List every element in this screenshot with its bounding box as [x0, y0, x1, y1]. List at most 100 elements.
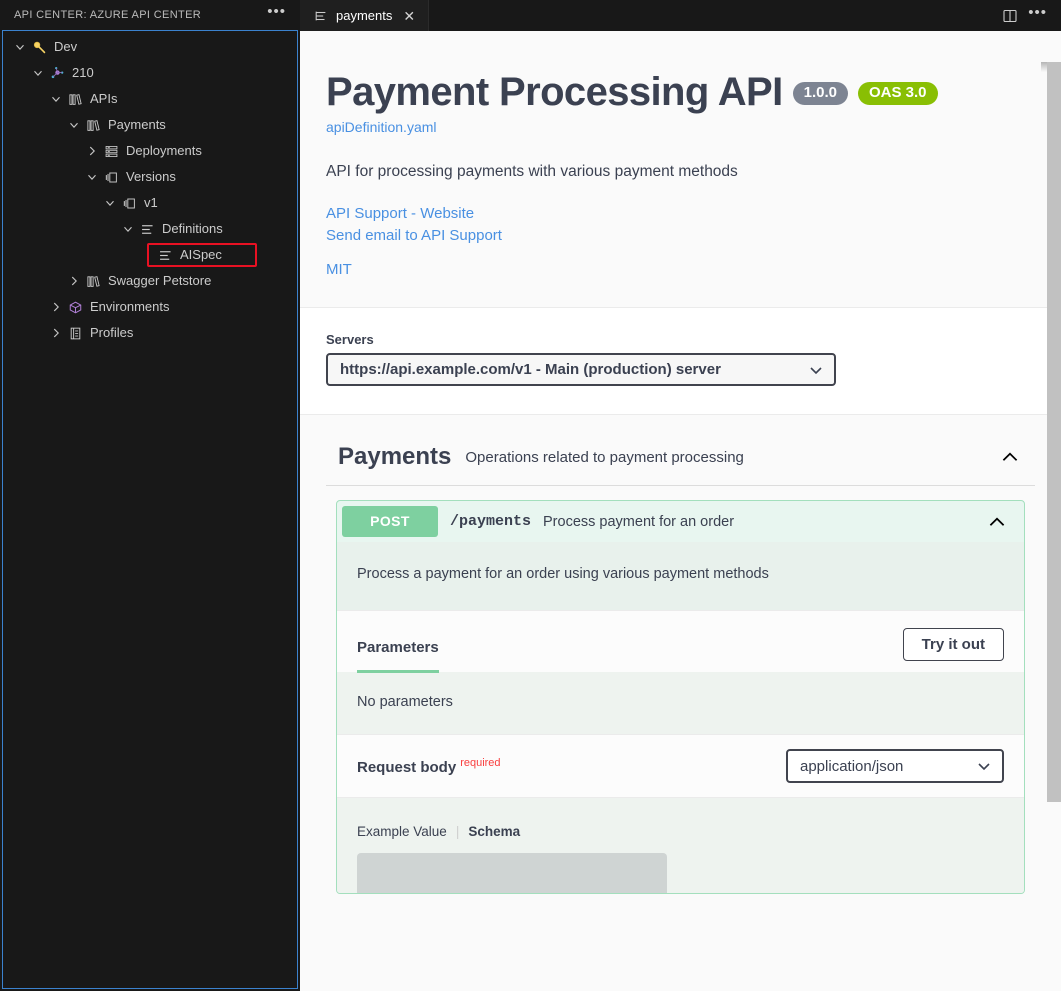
close-icon[interactable]: ✕ — [400, 7, 418, 25]
sidebar-item-label: Swagger Petstore — [108, 272, 211, 290]
parameters-header: Parameters Try it out — [337, 610, 1024, 672]
operation-description: Process a payment for an order using var… — [337, 542, 1024, 610]
chevron-down-icon — [808, 362, 824, 378]
sidebar-item-payments[interactable]: Payments — [3, 112, 297, 138]
sidebar-more-actions-icon[interactable]: ••• — [261, 7, 292, 23]
servers-label: Servers — [326, 332, 1035, 347]
sidebar-item-v1[interactable]: v1 — [3, 190, 297, 216]
example-tabs: Example Value | Schema — [357, 824, 1004, 839]
request-body-row: Request body required application/json — [337, 734, 1024, 798]
sidebar-item-label: Versions — [126, 168, 176, 186]
sidebar-item-label: Deployments — [126, 142, 202, 160]
profiles-icon — [65, 324, 85, 342]
key-icon — [29, 38, 49, 56]
request-body-title: Request body — [357, 759, 456, 776]
chevron-down-icon[interactable] — [47, 90, 65, 108]
editor-tabbar: payments ✕ ••• — [300, 0, 1061, 31]
versions-icon — [101, 168, 121, 186]
tabbar-empty-space — [429, 0, 996, 31]
api-info-block: Payment Processing API 1.0.0 OAS 3.0 api… — [300, 31, 1061, 308]
sidebar-item-versions[interactable]: Versions — [3, 164, 297, 190]
vertical-scrollbar[interactable] — [1047, 62, 1061, 991]
contact-website-link[interactable]: API Support - Website — [326, 203, 1035, 225]
api-icon — [83, 272, 103, 290]
sidebar-item-label: AISpec — [180, 246, 222, 264]
chevron-down-icon[interactable] — [119, 220, 137, 238]
sidebar-item-dev[interactable]: Dev — [3, 34, 297, 60]
contact-links: API Support - Website Send email to API … — [326, 203, 1035, 248]
operation-path: /payments — [450, 513, 531, 530]
try-it-out-button[interactable]: Try it out — [903, 628, 1004, 661]
chevron-down-icon[interactable] — [65, 116, 83, 134]
chevron-down-icon[interactable] — [83, 168, 101, 186]
sidebar-item-210[interactable]: 210 — [3, 60, 297, 86]
sidebar-item-environments[interactable]: Environments — [3, 294, 297, 320]
sidebar-item-label: 210 — [72, 64, 94, 82]
scrollbar-thumb[interactable] — [1047, 62, 1061, 802]
operation-summary-row[interactable]: POST /payments Process payment for an or… — [337, 501, 1024, 542]
chevron-right-icon[interactable] — [47, 324, 65, 342]
api-center-sidebar: API CENTER: AZURE API CENTER ••• Dev 210 A… — [0, 0, 300, 991]
definition-file-link[interactable]: apiDefinition.yaml — [326, 119, 437, 135]
schema-code-block — [357, 853, 667, 893]
editor-area: payments ✕ ••• Payment Process — [300, 0, 1061, 991]
api-icon — [83, 116, 103, 134]
definition-icon — [314, 9, 328, 23]
content-type-select[interactable]: application/json — [786, 749, 1004, 783]
editor-more-actions-icon[interactable]: ••• — [1028, 9, 1047, 23]
tag-header[interactable]: Payments Operations related to payment p… — [326, 431, 1035, 486]
oas-badge: OAS 3.0 — [858, 82, 938, 106]
server-select[interactable]: https://api.example.com/v1 - Main (produ… — [326, 353, 836, 386]
chevron-down-icon[interactable] — [101, 194, 119, 212]
tag-section-payments: Payments Operations related to payment p… — [300, 415, 1061, 894]
chevron-up-icon[interactable] — [999, 446, 1035, 468]
chevron-right-icon[interactable] — [65, 272, 83, 290]
operation-post-payments: POST /payments Process payment for an or… — [336, 500, 1025, 894]
api-title-row: Payment Processing API 1.0.0 OAS 3.0 — [326, 71, 1035, 113]
sidebar-item-label: Environments — [90, 298, 169, 316]
tag-description: Operations related to payment processing — [465, 449, 999, 466]
license-link[interactable]: MIT — [326, 261, 352, 278]
environments-icon — [65, 298, 85, 316]
sidebar-item-deployments[interactable]: Deployments — [3, 138, 297, 164]
required-marker: required — [460, 757, 500, 769]
sidebar-item-profiles[interactable]: Profiles — [3, 320, 297, 346]
tab-schema[interactable]: Schema — [468, 824, 520, 839]
vscode-window: API CENTER: AZURE API CENTER ••• Dev 210 A… — [0, 0, 1061, 991]
apis-icon — [65, 90, 85, 108]
swagger-ui: Payment Processing API 1.0.0 OAS 3.0 api… — [300, 31, 1061, 991]
version-icon — [119, 194, 139, 212]
chevron-down-icon — [976, 758, 992, 774]
tag-name: Payments — [338, 443, 451, 471]
servers-block: Servers https://api.example.com/v1 - Mai… — [300, 308, 1061, 415]
sidebar-item-aispec[interactable]: AISpec — [3, 242, 297, 268]
sidebar-item-definitions[interactable]: Definitions — [3, 216, 297, 242]
sidebar-item-swagger-petstore[interactable]: Swagger Petstore — [3, 268, 297, 294]
sidebar-item-label: APIs — [90, 90, 117, 108]
scroll-shadow — [1041, 62, 1047, 72]
definition-icon — [155, 246, 175, 264]
sidebar-item-label: Definitions — [162, 220, 223, 238]
tab-label: payments — [336, 8, 392, 23]
contact-email-link[interactable]: Send email to API Support — [326, 225, 1035, 247]
split-editor-icon[interactable] — [1002, 8, 1018, 24]
tab-payments[interactable]: payments ✕ — [300, 0, 429, 31]
server-select-value: https://api.example.com/v1 - Main (produ… — [340, 361, 721, 378]
chevron-up-icon[interactable] — [986, 511, 1014, 533]
chevron-down-icon[interactable] — [11, 38, 29, 56]
sidebar-item-label: v1 — [144, 194, 158, 212]
sidebar-header: API CENTER: AZURE API CENTER ••• — [0, 0, 300, 30]
tab-example-value[interactable]: Example Value — [357, 824, 447, 839]
chevron-right-icon[interactable] — [83, 142, 101, 160]
http-method-badge: POST — [342, 506, 438, 537]
operation-body: Process a payment for an order using var… — [337, 542, 1024, 893]
chevron-down-icon[interactable] — [29, 64, 47, 82]
service-graph-icon — [47, 64, 67, 82]
sidebar-item-label: Dev — [54, 38, 77, 56]
api-center-tree[interactable]: Dev 210 APIs Payments Deployments Versions v1D… — [2, 30, 298, 989]
api-description: API for processing payments with various… — [326, 161, 1035, 183]
deployments-icon — [101, 142, 121, 160]
example-area: Example Value | Schema — [337, 798, 1024, 893]
chevron-right-icon[interactable] — [47, 298, 65, 316]
sidebar-item-apis[interactable]: APIs — [3, 86, 297, 112]
